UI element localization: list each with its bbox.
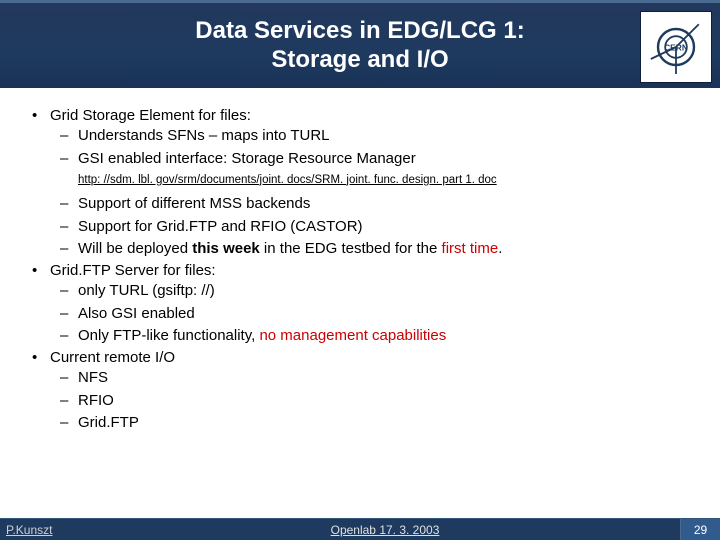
footer-author: P.Kunszt <box>0 523 90 537</box>
dash-text: GSI enabled interface: Storage Resource … <box>78 150 416 167</box>
dash-list: only TURL (gsiftp: //) Also GSI enabled … <box>50 281 696 346</box>
bullet-item: Grid Storage Element for files: Understa… <box>50 106 696 259</box>
dash-item: Only FTP-like functionality, no manageme… <box>78 326 696 346</box>
dash-item: Grid.FTP <box>78 413 696 433</box>
footer-event: Openlab 17. 3. 2003 <box>90 523 680 537</box>
dash-item: Support for Grid.FTP and RFIO (CASTOR) <box>78 217 696 237</box>
dash-text-pre: Only FTP-like functionality, <box>78 327 259 344</box>
slide-title: Data Services in EDG/LCG 1: Storage and … <box>0 17 720 75</box>
dash-item: Understands SFNs – maps into TURL <box>78 126 696 146</box>
slide-footer: P.Kunszt Openlab 17. 3. 2003 29 <box>0 518 720 540</box>
svg-text:CERN: CERN <box>664 43 688 53</box>
bullet-text: Grid Storage Element for files: <box>50 107 251 124</box>
dash-text-red: first time <box>442 240 499 257</box>
dash-list: NFS RFIO Grid.FTP <box>50 368 696 433</box>
dash-text-bold: this week <box>192 240 260 257</box>
dash-item: NFS <box>78 368 696 388</box>
bullet-list: Grid Storage Element for files: Understa… <box>24 106 696 433</box>
dash-list: Understands SFNs – maps into TURL GSI en… <box>50 126 696 259</box>
bullet-item: Grid.FTP Server for files: only TURL (gs… <box>50 261 696 346</box>
dash-text-pre: Will be deployed <box>78 240 192 257</box>
dash-text-red: no management capabilities <box>259 327 446 344</box>
dash-item: Will be deployed this week in the EDG te… <box>78 239 696 259</box>
title-line-1: Data Services in EDG/LCG 1: <box>195 17 524 44</box>
bullet-item: Current remote I/O NFS RFIO Grid.FTP <box>50 348 696 433</box>
dash-item: Also GSI enabled <box>78 304 696 324</box>
footer-page-number: 29 <box>680 519 720 540</box>
dash-item: RFIO <box>78 391 696 411</box>
dash-item: Support of different MSS backends <box>78 194 696 214</box>
bullet-text: Current remote I/O <box>50 349 175 366</box>
bullet-text: Grid.FTP Server for files: <box>50 262 216 279</box>
slide-body: Grid Storage Element for files: Understa… <box>0 88 720 518</box>
slide: Data Services in EDG/LCG 1: Storage and … <box>0 0 720 540</box>
title-line-2: Storage and I/O <box>271 46 448 73</box>
dash-text-mid: in the EDG testbed for the <box>260 240 442 257</box>
dash-text-post: . <box>498 240 502 257</box>
cern-logo-icon: CERN <box>646 17 706 77</box>
slide-header: Data Services in EDG/LCG 1: Storage and … <box>0 0 720 88</box>
cern-logo: CERN <box>640 11 712 83</box>
dash-item: only TURL (gsiftp: //) <box>78 281 696 301</box>
dash-item: GSI enabled interface: Storage Resource … <box>78 149 696 193</box>
srm-url-link[interactable]: http: //sdm. lbl. gov/srm/documents/join… <box>78 173 497 189</box>
